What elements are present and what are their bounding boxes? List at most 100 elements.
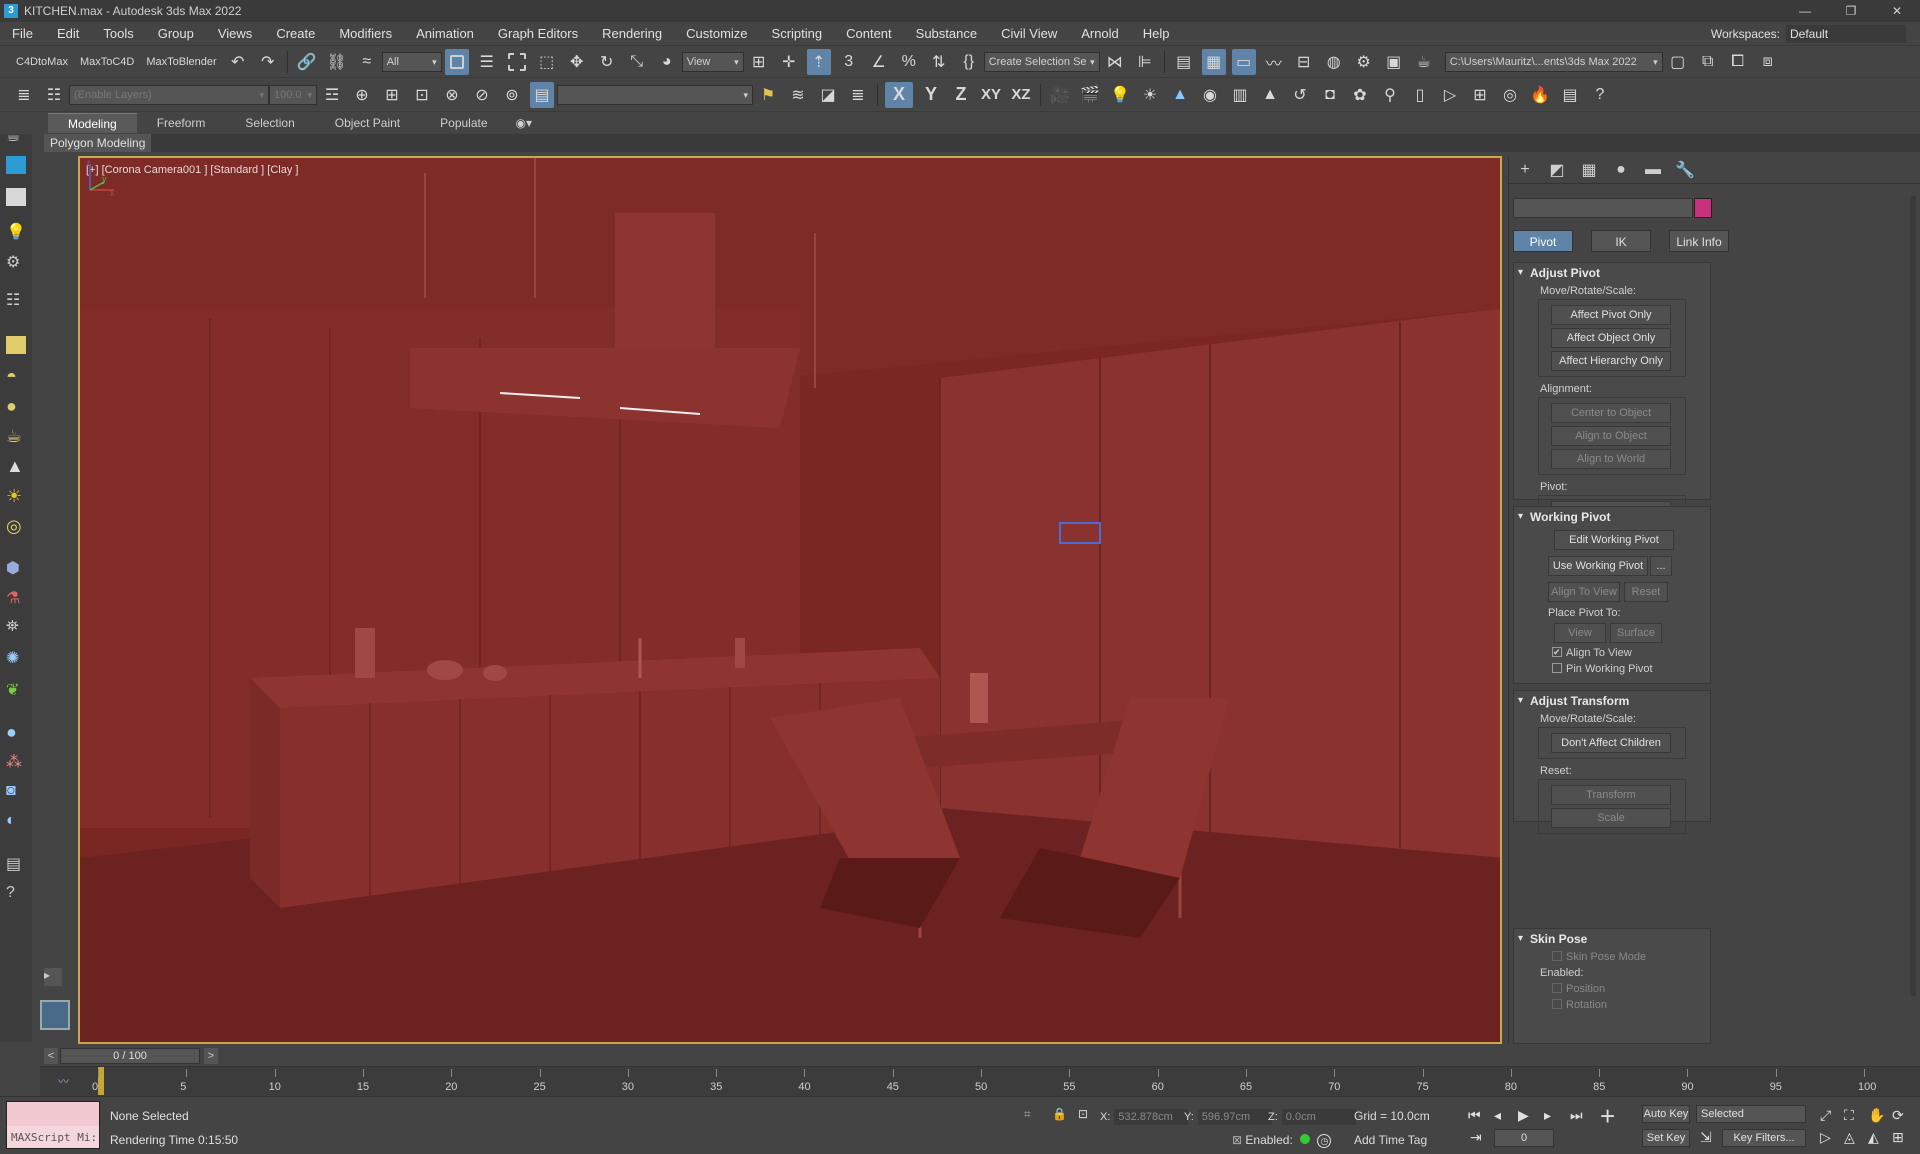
fov-icon[interactable]: ◬ xyxy=(1844,1129,1855,1146)
command-panel-scrollbar[interactable] xyxy=(1910,196,1916,996)
menu-graph-editors[interactable]: Graph Editors xyxy=(486,26,590,41)
axis-constraint-xy[interactable]: XY xyxy=(979,82,1003,108)
set-key-plus-icon[interactable]: + xyxy=(1600,1101,1615,1132)
object-color-swatch[interactable] xyxy=(1694,198,1712,218)
layer-stack3-icon[interactable]: ≣ xyxy=(846,82,870,108)
layer-manager-icon[interactable]: ☷ xyxy=(42,82,66,108)
material-editor-icon[interactable]: ◍ xyxy=(1322,49,1346,75)
scale-icon[interactable]: ⤡ xyxy=(625,49,649,75)
expand-arrow-icon[interactable]: ▸ xyxy=(44,968,62,986)
layer-box-icon[interactable]: ◪ xyxy=(816,82,840,108)
motion-tab-icon[interactable]: ● xyxy=(1605,161,1637,179)
reset-scale-button[interactable]: Scale xyxy=(1551,808,1671,828)
percent-snap-icon[interactable]: % xyxy=(897,49,921,75)
key-filters-button[interactable]: Key Filters... xyxy=(1722,1129,1806,1147)
layer-select-dropdown[interactable] xyxy=(557,84,753,105)
plugin-c4dtomax[interactable]: C4DtoMax xyxy=(10,56,74,68)
auto-key-button[interactable]: Auto Key xyxy=(1642,1105,1690,1123)
sun-light-icon[interactable]: ☀ xyxy=(6,486,26,506)
interactive-render-icon[interactable]: ↺ xyxy=(1288,82,1312,108)
rollout-title[interactable]: Skin Pose xyxy=(1514,929,1710,949)
select-by-name-icon[interactable]: ☰ xyxy=(475,49,499,75)
lister-icon[interactable]: ▯ xyxy=(1408,82,1432,108)
viewport[interactable]: [+] [Corona Camera001 ] [Standard ] [Cla… xyxy=(78,156,1502,1044)
edit-named-selection-icon[interactable]: {} xyxy=(957,49,981,75)
position-checkbox[interactable]: Position xyxy=(1514,981,1710,997)
layer-properties-icon[interactable]: ▤ xyxy=(530,81,554,108)
render-production-icon[interactable]: ☕ xyxy=(1412,49,1436,75)
track-bar[interactable]: 〰 0 5 10 15 20 25 30 35 40 45 50 55 60 65 70 75 80 85 90 95… xyxy=(40,1066,1920,1096)
undo-icon[interactable]: ↶ xyxy=(226,49,250,75)
absolute-mode-icon[interactable]: ⊡ xyxy=(1078,1107,1088,1121)
render-icon[interactable]: ◙ xyxy=(6,782,26,800)
curve-editor-icon[interactable]: 〰 xyxy=(1262,49,1286,75)
converter-icon[interactable]: ▷ xyxy=(1438,82,1462,108)
script-icon[interactable]: ▤ xyxy=(6,854,26,873)
tab-pivot[interactable]: Pivot xyxy=(1513,230,1573,252)
tab-populate[interactable]: Populate xyxy=(420,113,507,133)
maxscript-output[interactable]: MAXScript Mi: xyxy=(7,1126,99,1150)
layer-tool3-icon[interactable]: ⊡ xyxy=(410,82,434,108)
select-object-icon[interactable] xyxy=(444,48,469,75)
bind-spacewarp-icon[interactable]: ≈ xyxy=(355,49,379,75)
fire-icon[interactable]: 🔥 xyxy=(1528,82,1552,108)
rollout-title[interactable]: Adjust Transform xyxy=(1514,691,1710,711)
window-tile-icon[interactable]: ⧉ xyxy=(1696,49,1720,75)
align-to-world-button[interactable]: Align to World xyxy=(1551,449,1671,469)
render-camera-icon[interactable]: 🎬 xyxy=(1078,82,1102,108)
keyboard-shortcut-icon[interactable]: ⇡ xyxy=(806,48,831,75)
align-icon[interactable]: ⊫ xyxy=(1133,49,1157,75)
maxscript-listener[interactable]: MAXScript Mi: xyxy=(6,1101,100,1149)
layer-tool4-icon[interactable]: ⊗ xyxy=(440,82,464,108)
selection-filter-dropdown[interactable]: All xyxy=(381,51,442,72)
rendered-frame-icon[interactable]: ▣ xyxy=(1382,49,1406,75)
maximize-viewport-icon[interactable]: ⊞ xyxy=(1892,1129,1904,1146)
zoom-region-icon[interactable]: ⛶ xyxy=(1844,1107,1854,1124)
workspaces-dropdown[interactable]: Default xyxy=(1786,25,1906,43)
maxscript-input[interactable] xyxy=(7,1102,99,1126)
plugin-maxtoc4d[interactable]: MaxToC4D xyxy=(74,56,140,68)
axis-constraint-xz[interactable]: XZ xyxy=(1009,82,1033,108)
affect-pivot-only-button[interactable]: Affect Pivot Only xyxy=(1551,305,1671,325)
y-field[interactable]: 596.97cm xyxy=(1197,1109,1272,1125)
menu-customize[interactable]: Customize xyxy=(674,26,759,41)
link-icon[interactable]: 🔗 xyxy=(295,49,319,75)
helpers-icon[interactable]: ⚙ xyxy=(6,252,26,271)
key-mode-icon[interactable]: ⇥ xyxy=(1470,1129,1482,1146)
window-crossing-icon[interactable]: ⬚ xyxy=(535,49,559,75)
current-frame-field[interactable]: 0 xyxy=(1494,1129,1554,1147)
time-slider-handle[interactable]: 0 / 100 xyxy=(60,1048,200,1064)
spline-icon[interactable]: ⚗ xyxy=(6,588,26,607)
render-region-icon[interactable]: ◎ xyxy=(1498,82,1522,108)
lights-icon[interactable]: 💡 xyxy=(6,222,26,241)
isolate-selection-icon[interactable]: ⌗ xyxy=(1024,1107,1031,1122)
help-circle-icon[interactable]: ? xyxy=(6,884,26,902)
enabled-indicator-icon[interactable] xyxy=(1300,1134,1311,1144)
pin-working-pivot-checkbox[interactable]: Pin Working Pivot xyxy=(1514,661,1710,677)
denoise-icon[interactable]: ⊞ xyxy=(1468,82,1492,108)
rollout-title[interactable]: Adjust Pivot xyxy=(1514,263,1710,283)
create-tab-icon[interactable]: + xyxy=(1509,161,1541,179)
goto-start-icon[interactable]: ⏮ xyxy=(1468,1107,1481,1124)
hierarchy-tab-icon[interactable]: ▦ xyxy=(1573,160,1605,180)
move-icon[interactable]: ✥ xyxy=(565,49,589,75)
use-working-pivot-button[interactable]: Use Working Pivot xyxy=(1548,556,1648,576)
walk-through-icon[interactable]: ▷ xyxy=(1820,1129,1831,1146)
tab-modeling[interactable]: Modeling xyxy=(48,113,137,133)
layer-value-field[interactable]: 100.0 xyxy=(269,84,317,105)
ribbon-options-icon[interactable]: ◉▾ xyxy=(508,113,541,133)
selection-lock-icon[interactable]: 🔒 xyxy=(1052,1107,1067,1121)
dome-icon[interactable]: ◓ xyxy=(6,366,26,386)
rotation-checkbox[interactable]: Rotation xyxy=(1514,997,1710,1013)
axis-constraint-x[interactable]: X xyxy=(885,81,913,108)
corona-icon[interactable]: ◉ xyxy=(1198,82,1222,108)
curve-editor-mini-icon[interactable]: 〰 xyxy=(58,1073,69,1089)
environment-icon[interactable]: ◐ xyxy=(6,812,26,830)
rollout-title[interactable]: Working Pivot xyxy=(1514,507,1710,527)
affect-hierarchy-only-button[interactable]: Affect Hierarchy Only xyxy=(1551,351,1671,371)
menu-file[interactable]: File xyxy=(0,26,45,41)
layer-add-icon[interactable]: ☲ xyxy=(320,82,344,108)
reset-working-pivot-button[interactable]: Reset xyxy=(1624,582,1668,602)
schematic-view-icon[interactable]: ⊟ xyxy=(1292,49,1316,75)
tab-object-paint[interactable]: Object Paint xyxy=(315,113,420,133)
